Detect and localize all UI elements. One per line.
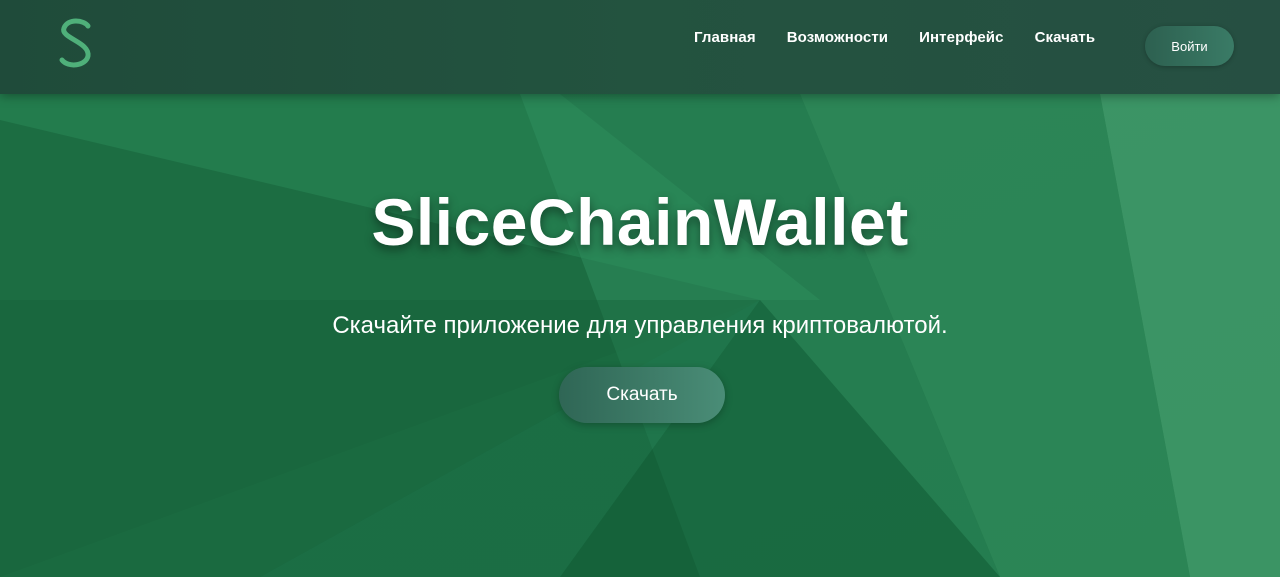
main-nav: Главная Возможности Интерфейс Скачать bbox=[694, 29, 1095, 46]
hero-section: SliceChainWallet Скачайте приложение для… bbox=[0, 94, 1280, 577]
nav-link-features[interactable]: Возможности bbox=[787, 29, 888, 46]
nav-link-download[interactable]: Скачать bbox=[1035, 29, 1096, 46]
landing-page: Главная Возможности Интерфейс Скачать Во… bbox=[0, 0, 1280, 577]
nav-link-interface[interactable]: Интерфейс bbox=[919, 29, 1003, 46]
hero-title: SliceChainWallet bbox=[371, 185, 909, 259]
login-button[interactable]: Войти bbox=[1145, 26, 1234, 66]
s-letter-logo-icon[interactable] bbox=[56, 12, 96, 72]
hero-download-button[interactable]: Скачать bbox=[559, 367, 725, 423]
nav-link-home[interactable]: Главная bbox=[694, 29, 756, 46]
site-header: Главная Возможности Интерфейс Скачать Во… bbox=[0, 0, 1280, 94]
hero-subtitle: Скачайте приложение для управления крипт… bbox=[332, 312, 948, 339]
